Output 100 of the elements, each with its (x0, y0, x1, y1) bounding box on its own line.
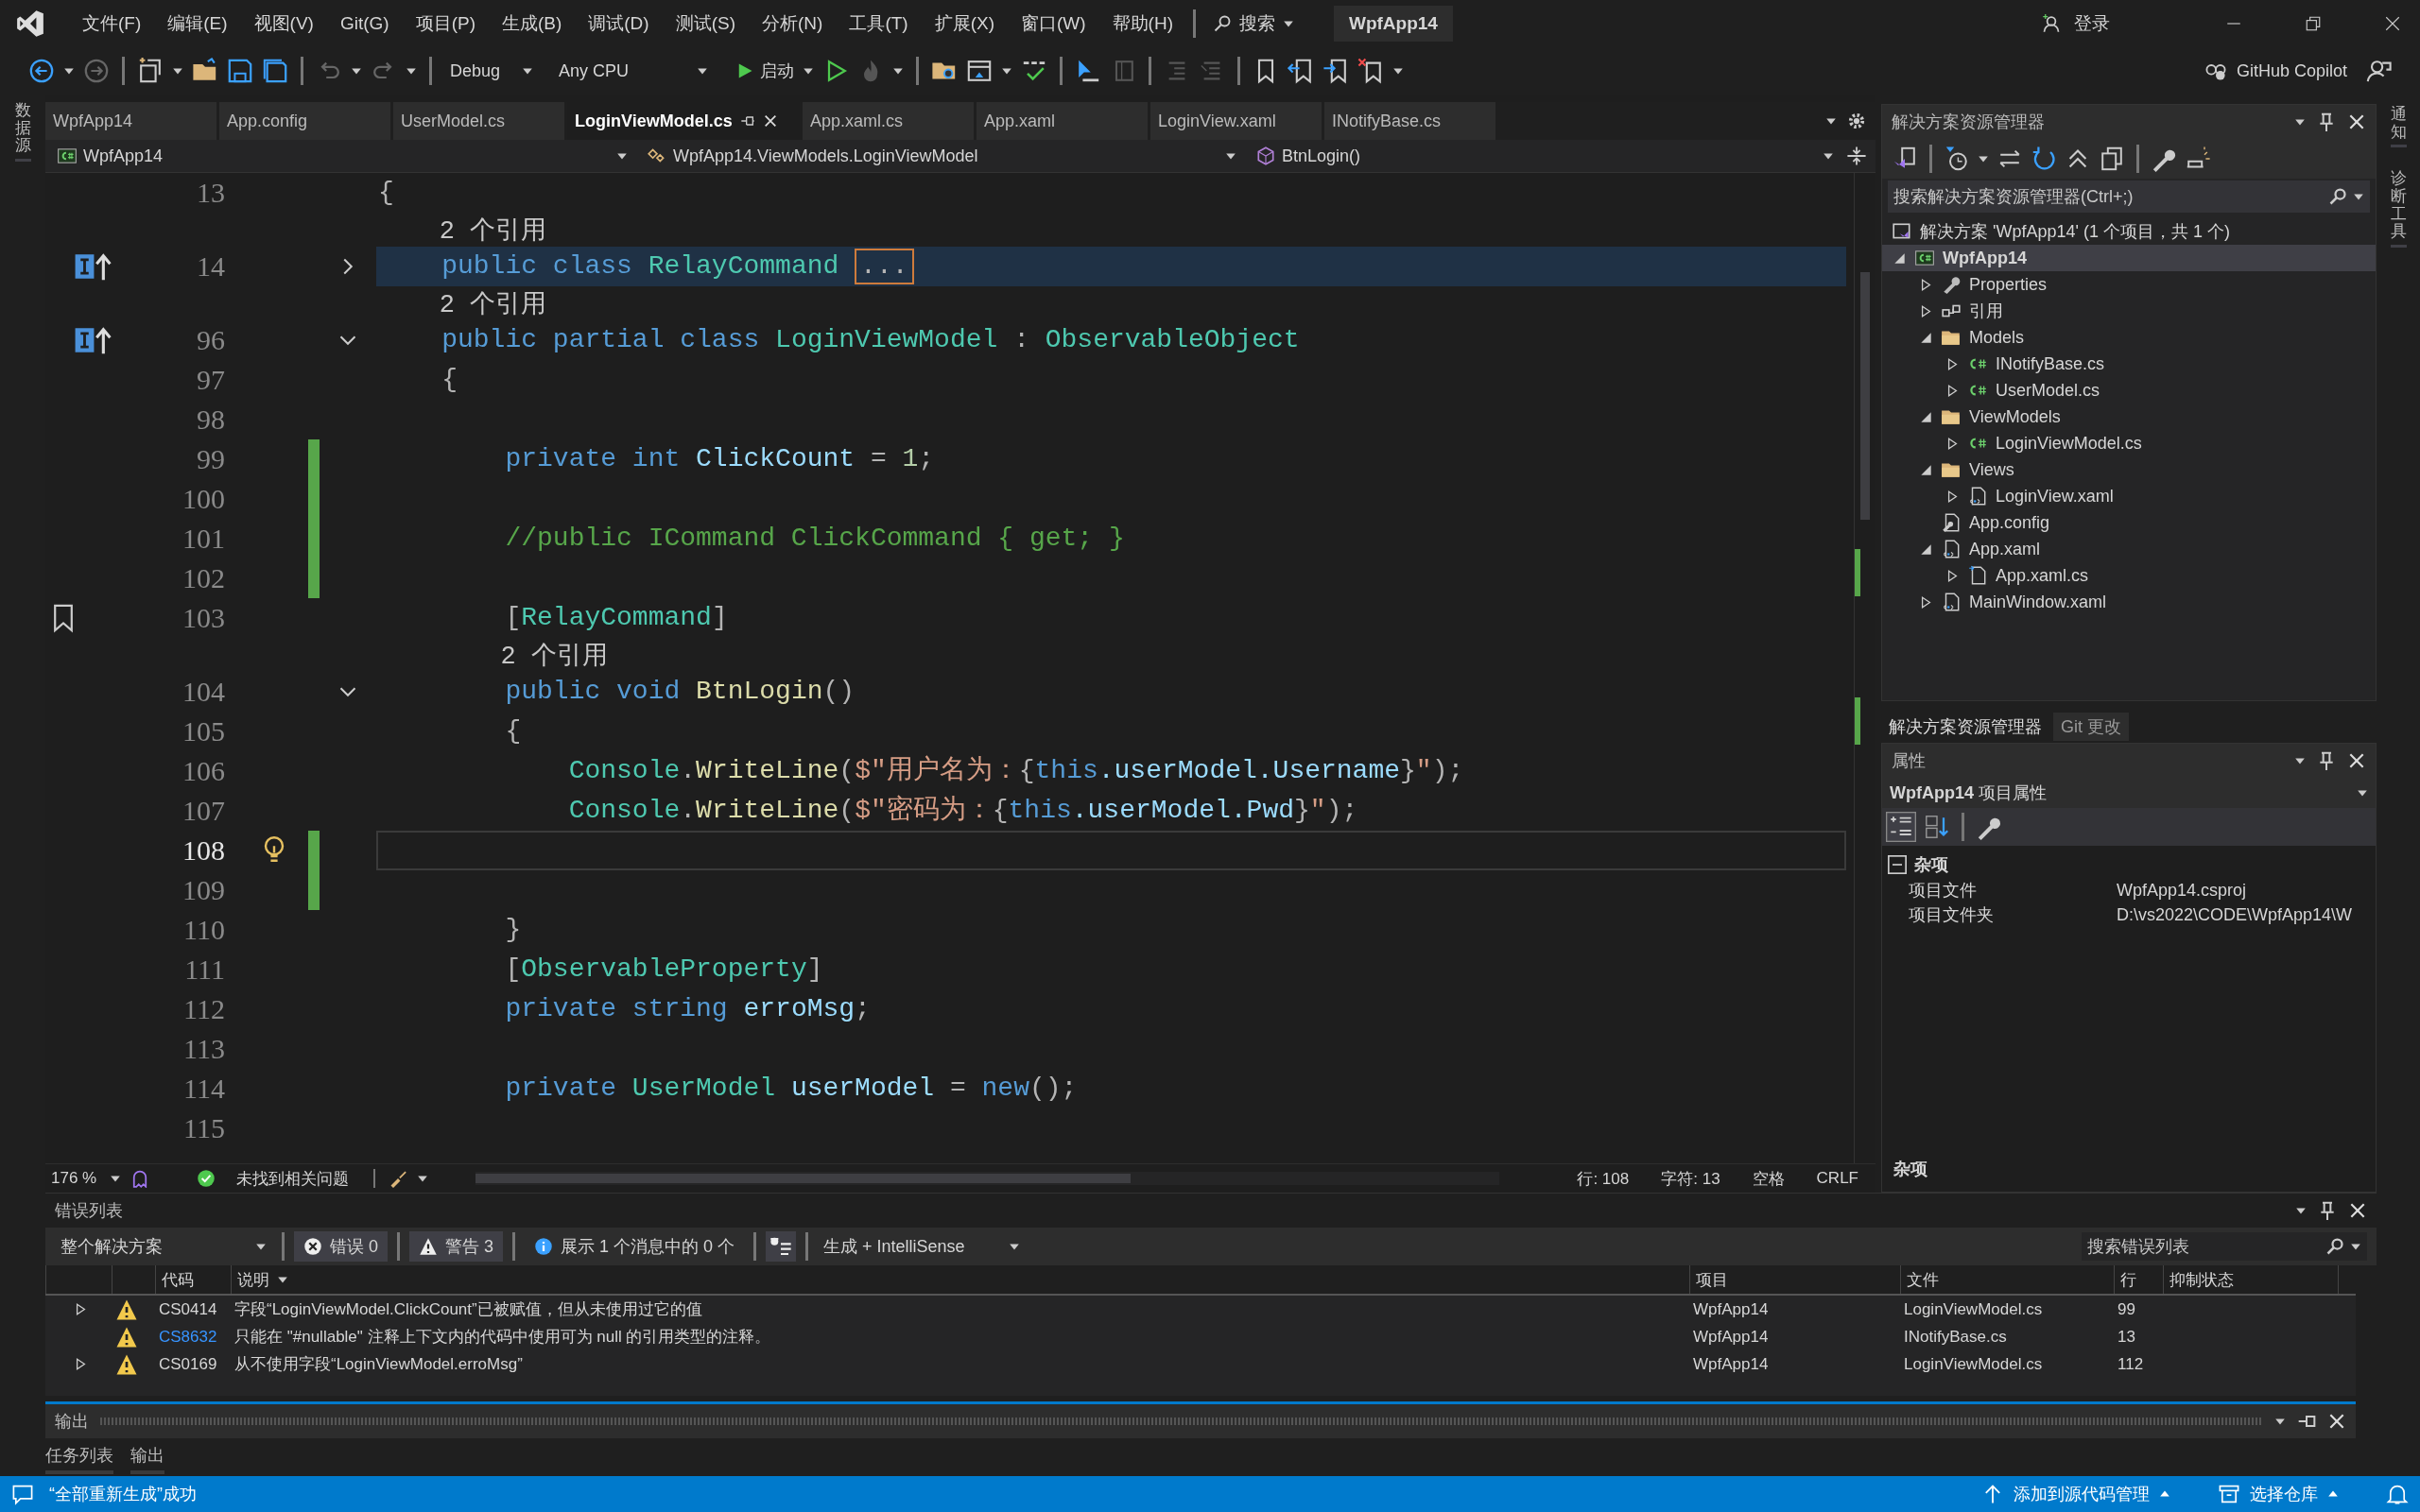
line-ending-indicator[interactable]: CRLF (1805, 1169, 1870, 1188)
expanded-triangle-icon[interactable] (1893, 251, 1906, 265)
expanded-triangle-icon[interactable] (1919, 410, 1932, 423)
menu-item[interactable]: 扩展(X) (924, 8, 1005, 40)
tree-item[interactable]: Models (1882, 324, 2376, 351)
window-layout-icon[interactable] (966, 58, 993, 84)
show-all-files-icon[interactable] (2099, 146, 2125, 172)
feedback-icon[interactable] (2365, 58, 2392, 84)
collapsed-triangle-icon[interactable] (1945, 490, 1959, 503)
select-repository-button[interactable]: 选择仓库 (2218, 1483, 2339, 1505)
pin-icon[interactable] (2317, 112, 2336, 131)
column-header[interactable]: 行 (2114, 1265, 2163, 1294)
search-button[interactable]: 搜索 (1205, 11, 1302, 36)
close-icon[interactable] (2384, 15, 2401, 32)
refresh-icon[interactable] (2031, 146, 2057, 172)
reference-count-link[interactable]: 2 个引用 (378, 213, 547, 247)
reference-count-link[interactable]: 2 个引用 (378, 638, 609, 672)
filter-toggle[interactable]: 错误 0 (294, 1231, 388, 1262)
menu-item[interactable]: Git(G) (329, 9, 400, 38)
search-input[interactable]: 搜索错误列表 (2087, 1232, 2320, 1261)
categorized-view-icon[interactable] (1886, 812, 1916, 842)
horizontal-scrollbar[interactable] (475, 1172, 1500, 1185)
menu-item[interactable]: 帮助(H) (1101, 8, 1184, 40)
menu-item[interactable]: 编辑(E) (157, 8, 238, 40)
tree-item[interactable]: LoginView.xaml (1882, 483, 2376, 509)
tree-item[interactable]: App.config (1882, 509, 2376, 536)
tree-item[interactable]: ViewModels (1882, 404, 2376, 430)
search-field[interactable]: 搜索错误列表 (2082, 1232, 2367, 1261)
issues-status[interactable]: 未找到相关问题 (225, 1167, 361, 1190)
tree-item[interactable]: 引用 (1882, 298, 2376, 324)
source-dropdown[interactable]: 生成 + IntelliSense (818, 1235, 1027, 1258)
expanded-triangle-icon[interactable] (1919, 463, 1932, 476)
implementation-icon[interactable] (74, 250, 112, 283)
expanded-triangle-icon[interactable] (1919, 542, 1932, 556)
menu-item[interactable]: 调试(D) (578, 8, 660, 40)
alphabetical-sort-icon[interactable] (1924, 814, 1950, 840)
collapsed-triangle-icon[interactable] (1919, 304, 1932, 318)
add-to-source-control-button[interactable]: 添加到源代码管理 (1981, 1483, 2170, 1505)
zoom-dropdown[interactable]: 176 % (51, 1169, 122, 1188)
collapsed-triangle-icon[interactable] (1945, 569, 1959, 582)
tree-item[interactable]: Properties (1882, 271, 2376, 298)
menu-item[interactable]: 窗口(W) (1011, 8, 1097, 40)
member-dropdown[interactable]: BtnLogin() (1248, 143, 1841, 169)
pin-icon[interactable] (739, 113, 755, 129)
type-dropdown[interactable]: WpfApp14.ViewModels.LoginViewModel (639, 143, 1244, 169)
tree-item[interactable]: INotifyBase.cs (1882, 351, 2376, 377)
close-icon[interactable] (2348, 1201, 2367, 1220)
new-item-icon[interactable] (137, 58, 164, 84)
close-icon[interactable] (2327, 1412, 2346, 1431)
panel-tab[interactable]: Git 更改 (2053, 713, 2129, 741)
scope-dropdown[interactable]: 整个解决方案 (55, 1235, 272, 1258)
tree-item[interactable]: WpfApp14 (1882, 245, 2376, 271)
column-header[interactable]: 说明 (231, 1265, 1689, 1294)
menu-item[interactable]: 测试(S) (665, 8, 746, 40)
project-dropdown[interactable]: WpfApp14 (49, 143, 635, 169)
tree-item[interactable]: Views (1882, 456, 2376, 483)
column-header[interactable]: 抑制状态 (2163, 1265, 2338, 1294)
filter-toggle[interactable]: 警告 3 (409, 1231, 504, 1262)
error-code-link[interactable]: CS8632 (159, 1327, 217, 1347)
tree-item[interactable]: LoginViewModel.cs (1882, 430, 2376, 456)
implementation-icon[interactable] (74, 324, 112, 356)
configuration-dropdown[interactable]: Debug (444, 60, 539, 81)
collapsed-code-badge[interactable]: ... (855, 249, 914, 284)
tree-item[interactable]: MainWindow.xaml (1882, 589, 2376, 615)
drag-handle[interactable] (100, 1418, 2263, 1425)
collapsed-triangle-icon[interactable] (1919, 595, 1932, 609)
search-icon[interactable] (2325, 1237, 2344, 1256)
close-icon[interactable] (762, 113, 778, 129)
column-header[interactable]: 文件 (1900, 1265, 2114, 1294)
close-icon[interactable] (2347, 751, 2366, 770)
menu-item[interactable]: 文件(F) (72, 8, 152, 40)
save-all-icon[interactable] (262, 58, 288, 84)
document-tab[interactable]: INotifyBase.cs (1324, 102, 1495, 140)
tree-item[interactable]: 解决方案 'WpfApp14' (1 个项目，共 1 个) (1882, 218, 2376, 245)
notification-bell-icon[interactable] (2386, 1483, 2409, 1505)
collapsed-triangle-icon[interactable] (1945, 384, 1959, 397)
collapsed-triangle-icon[interactable] (1945, 437, 1959, 450)
search-icon[interactable] (2328, 187, 2347, 206)
sign-in-button[interactable]: 登录 (2042, 11, 2110, 36)
document-tab[interactable]: LoginView.xaml (1150, 102, 1322, 140)
pin-icon[interactable] (2318, 1201, 2337, 1220)
collapsed-triangle-icon[interactable] (74, 1303, 87, 1315)
document-tab[interactable]: App.xaml.cs (803, 102, 974, 140)
collapsed-triangle-icon[interactable] (74, 1358, 87, 1370)
back-icon[interactable] (28, 58, 55, 84)
column-header[interactable]: 项目 (1689, 1265, 1900, 1294)
restore-icon[interactable] (2305, 15, 2322, 32)
menu-item[interactable]: 分析(N) (752, 8, 834, 40)
menu-item[interactable]: 生成(B) (491, 8, 573, 40)
side-tool-tab[interactable]: 通知 (2390, 106, 2407, 148)
forward-icon[interactable] (83, 58, 110, 84)
reference-count-link[interactable]: 2 个引用 (378, 286, 547, 320)
clear-bookmarks-icon[interactable] (1357, 58, 1384, 84)
side-tool-tab[interactable]: 诊断工具 (2390, 170, 2407, 249)
split-editor-icon[interactable] (1845, 145, 1868, 167)
document-tab[interactable]: App.config (219, 102, 390, 140)
close-icon[interactable] (2347, 112, 2366, 131)
next-bookmark-icon[interactable] (1322, 58, 1349, 84)
pin-icon[interactable] (2317, 751, 2336, 770)
bookmark-icon[interactable] (53, 603, 74, 633)
